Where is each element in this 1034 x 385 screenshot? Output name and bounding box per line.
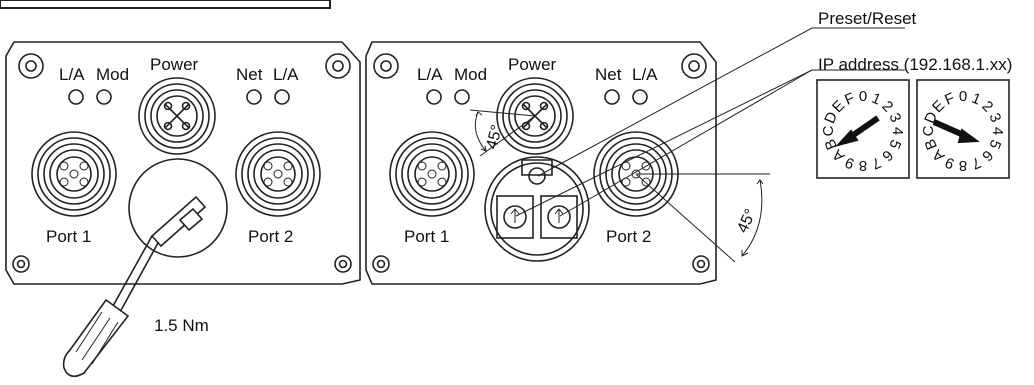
led-indicator [632, 89, 648, 105]
port2-label: Port 2 [248, 227, 293, 246]
mount-screw-icon [692, 255, 710, 273]
torque-label: 1.5 Nm [154, 316, 209, 335]
power-label: Power [508, 55, 557, 74]
led-indicator [68, 89, 84, 105]
led-indicator [604, 89, 620, 105]
led-indicator [426, 89, 442, 105]
left-panel: L/A Mod Net L/A Power Port 1 Port 2 1.5 … [5, 41, 361, 378]
led-label-la-1: L/A [417, 65, 443, 84]
preset-reset-button[interactable] [528, 167, 546, 185]
led-label-la-1: L/A [59, 65, 85, 84]
dial-digit: 7 [969, 153, 983, 172]
port2-label: Port 2 [606, 227, 651, 246]
led-label-mod: Mod [454, 65, 487, 84]
port1-connector [31, 131, 117, 217]
led-label-net: Net [595, 65, 622, 84]
dial-digit: 8 [959, 157, 967, 174]
callout-ip-address: IP address (192.168.1.xx) [818, 55, 1012, 74]
dial-digit: 3 [885, 111, 904, 125]
led-indicator [454, 89, 470, 105]
led-label-la-2: L/A [632, 65, 658, 84]
led-indicator [246, 89, 262, 105]
arrow-pointer-icon [834, 115, 880, 147]
dial-digit: C [920, 125, 937, 136]
port1-label: Port 1 [46, 227, 91, 246]
dial-digit: 8 [859, 157, 867, 174]
mount-screw-icon [373, 53, 399, 79]
power-connector [138, 77, 216, 155]
led-indicator [96, 89, 112, 105]
mount-screw-icon [681, 53, 707, 79]
mount-screw-icon [12, 255, 30, 273]
header-fragment [0, 0, 331, 9]
dial-digit: 4 [889, 127, 906, 135]
arrow-pointer-icon [932, 119, 980, 144]
rotary-switch-detail-1: 0 123456789ABCDEF [816, 79, 910, 179]
port1-connector [389, 131, 475, 217]
port2-connector [235, 131, 321, 217]
screwdriver-icon [62, 195, 207, 378]
dial-digit: 7 [869, 153, 883, 172]
dial-digit: 0 [959, 88, 967, 105]
port1-label: Port 1 [404, 227, 449, 246]
mount-screw-icon [325, 53, 351, 79]
mount-screw-icon [372, 255, 390, 273]
led-label-mod: Mod [96, 65, 129, 84]
dial-digit: C [820, 125, 837, 136]
angle-label-power: 45° [483, 123, 506, 151]
callout-preset-reset: Preset/Reset [818, 9, 917, 28]
dial-digit: 3 [985, 111, 1004, 125]
led-label-net: Net [236, 65, 263, 84]
service-cover [128, 158, 228, 258]
led-indicator [274, 89, 290, 105]
mount-screw-icon [18, 53, 44, 79]
led-label-la-2: L/A [273, 65, 299, 84]
rotary-switch-detail-2: 0 123456789ABCDEF [916, 79, 1010, 179]
dial-digit: 4 [989, 127, 1006, 135]
mount-screw-icon [334, 255, 352, 273]
connection-diagram: L/A Mod Net L/A Power Port 1 Port 2 1.5 … [0, 0, 1012, 378]
callout-leader-ip-2 [559, 69, 813, 217]
dial-digit: 0 [859, 88, 867, 105]
service-module [484, 156, 590, 262]
power-label: Power [150, 55, 199, 74]
